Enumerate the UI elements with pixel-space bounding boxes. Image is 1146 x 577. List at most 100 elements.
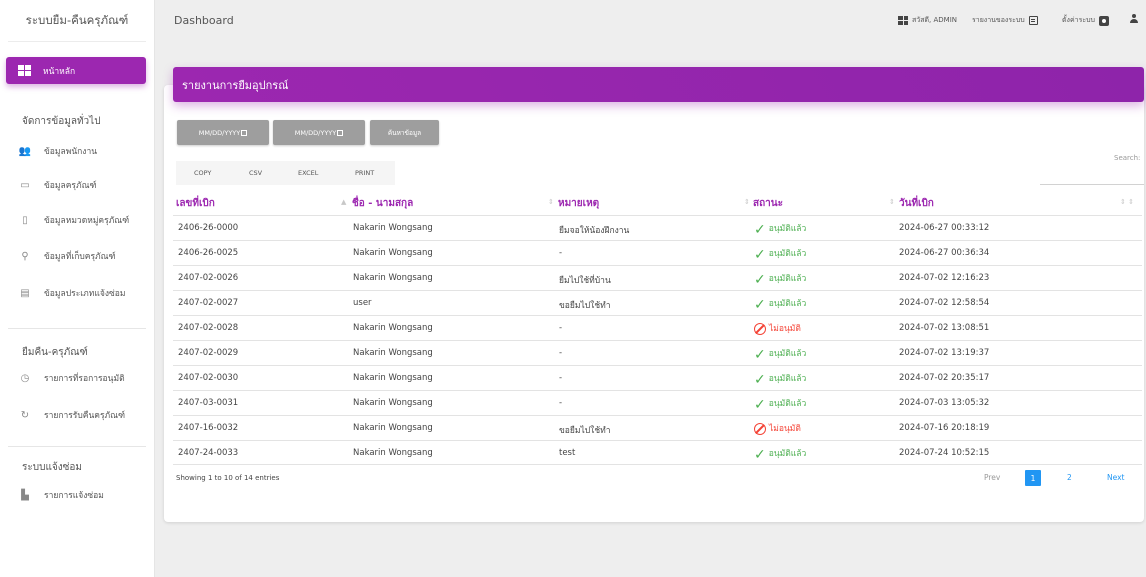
column-header-date[interactable]: วันที่เบิก [899,196,934,211]
cell-id: 2407-02-0030 [178,373,239,383]
status-text: อนุมัติแล้ว [768,299,807,309]
page-1-button[interactable]: 1 [1025,470,1041,486]
cell-name: Nakarin Wongsang [353,448,433,458]
column-header-id[interactable]: เลขที่เบิก [176,196,215,211]
search-label: Search: [1114,154,1141,162]
cell-name: Nakarin Wongsang [353,223,433,233]
date-from-input[interactable]: MM/DD/YYYY [177,120,269,145]
greeting[interactable]: สวัสดี, ADMIN [898,15,957,26]
status-text: อนุมัติแล้ว [768,449,807,459]
section-repair-title: ระบบแจ้งซ่อม [22,462,83,473]
divider [8,446,146,447]
cell-date: 2024-07-02 12:16:23 [899,273,990,283]
cell-id: 2406-26-0000 [178,223,239,233]
sidebar-item-home[interactable]: หน้าหลัก [6,57,146,84]
cell-date: 2024-07-24 10:52:15 [899,448,990,458]
cell-id: 2406-26-0025 [178,248,239,258]
next-page-button[interactable]: Next [1107,473,1124,482]
cell-date: 2024-07-03 13:05:32 [899,398,990,408]
csv-button[interactable]: CSV [249,169,262,177]
cell-date: 2024-06-27 00:36:34 [899,248,990,258]
sidebar-item-repair-types[interactable]: ▤ ข้อมูลประเภทแจ้งซ่อม [18,284,125,302]
cell-note: ยืมจอให้น้องฝึกงาน [559,226,630,236]
check-icon: ✓ [754,397,766,413]
status-badge: ไม่อนุมัติ [754,421,801,435]
sidebar-item-categories[interactable]: ▯ ข้อมูลหมวดหมู่ครุภัณฑ์ [18,211,129,229]
cell-note: ยืมไปใช้ที่บ้าน [559,276,611,286]
status-badge: ✓ อนุมัติแล้ว [754,346,806,363]
page-title: Dashboard [174,14,234,27]
cell-id: 2407-03-0031 [178,398,239,408]
dashboard-icon [18,65,31,76]
page-2-button[interactable]: 2 [1067,473,1072,482]
check-icon: ✓ [754,222,766,238]
check-icon: ✓ [754,447,766,463]
cell-date: 2024-07-16 20:18:19 [899,423,990,433]
brand-title: ระบบยืม-คืนครุภัณฑ์ [8,0,146,42]
card-title: รายงานการยืมอุปกรณ์ [173,67,1144,102]
cell-date: 2024-07-02 12:58:54 [899,298,990,308]
status-badge: ✓ อนุมัติแล้ว [754,221,806,238]
row-divider [173,215,1142,216]
row-divider [173,265,1142,266]
check-icon: ✓ [754,247,766,263]
cell-name: user [353,298,372,308]
report-card [164,85,1144,522]
devices-icon: ▯ [22,214,28,226]
sidebar-item-label: ข้อมูลประเภทแจ้งซ่อม [44,289,126,299]
calendar-icon [241,129,248,136]
cell-note: - [559,323,563,333]
cell-name: Nakarin Wongsang [353,348,433,358]
cell-date: 2024-07-02 20:35:17 [899,373,990,383]
row-divider [173,315,1142,316]
system-report-link[interactable]: รายงานของระบบ [972,15,1038,26]
sort-asc-icon: ▲ [341,198,347,206]
row-divider [173,390,1142,391]
row-divider [173,440,1142,441]
sidebar-item-label: ข้อมูลหมวดหมู่ครุภัณฑ์ [44,216,130,226]
cell-id: 2407-24-0033 [178,448,239,458]
row-divider [173,365,1142,366]
divider [8,328,146,329]
search-data-button[interactable]: ค้นหาข้อมูล [370,120,439,145]
cell-note: ขอยืมไปใช้ทำ [559,301,611,311]
status-text: อนุมัติแล้ว [768,374,807,384]
settings-link[interactable]: ตั้งค่าระบบ [1062,15,1109,26]
sync-icon: ↻ [20,409,30,421]
check-icon: ✓ [754,372,766,388]
user-icon[interactable] [1129,13,1139,25]
sidebar-item-employees[interactable]: 👥 ข้อมูลพนักงาน [18,142,97,160]
cell-note: - [559,373,563,383]
sidebar-item-pending[interactable]: ◷ รายการที่รอการอนุมัติ [18,369,125,387]
excel-button[interactable]: EXCEL [298,169,318,177]
document-icon: ▙ [21,489,29,501]
column-header-note[interactable]: หมายเหตุ [558,196,599,211]
sidebar-item-equipment[interactable]: ▭ ข้อมูลครุภัณฑ์ [18,176,96,194]
status-text: อนุมัติแล้ว [768,399,807,409]
report-label: รายงานของระบบ [972,16,1025,24]
check-icon: ✓ [754,347,766,363]
status-text: ไม่อนุมัติ [769,324,801,334]
date-from-placeholder: MM/DD/YYYY [198,128,241,137]
print-button[interactable]: PRINT [355,169,374,177]
column-header-status[interactable]: สถานะ [753,196,783,211]
column-header-name[interactable]: ชื่อ - นามสกุล [352,196,413,211]
cell-note: - [559,398,563,408]
clipboard-icon: ▤ [20,287,30,299]
cell-name: Nakarin Wongsang [353,248,433,258]
status-badge: ✓ อนุมัติแล้ว [754,296,807,312]
section-general-title: จัดการข้อมูลทั่วไป [22,116,101,127]
date-to-input[interactable]: MM/DD/YYYY [273,120,365,145]
calendar-icon [337,129,344,136]
entries-info: Showing 1 to 10 of 14 entries [176,474,280,482]
sidebar-item-returns[interactable]: ↻ รายการรับคืนครุภัณฑ์ [18,406,125,424]
sidebar-item-repairs[interactable]: ▙ รายการแจ้งซ่อม [18,486,104,504]
cell-id: 2407-02-0027 [178,298,239,308]
sort-icon: ⇕ [548,198,554,206]
date-to-placeholder: MM/DD/YYYY [294,128,337,137]
prev-page-button[interactable]: Prev [984,473,1000,482]
sidebar-item-locations[interactable]: ⚲ ข้อมูลที่เก็บครุภัณฑ์ [18,247,115,265]
section-borrow-title: ยืมคืน-ครุภัณฑ์ [22,347,88,358]
copy-button[interactable]: COPY [194,169,211,177]
search-input[interactable] [1040,184,1144,185]
